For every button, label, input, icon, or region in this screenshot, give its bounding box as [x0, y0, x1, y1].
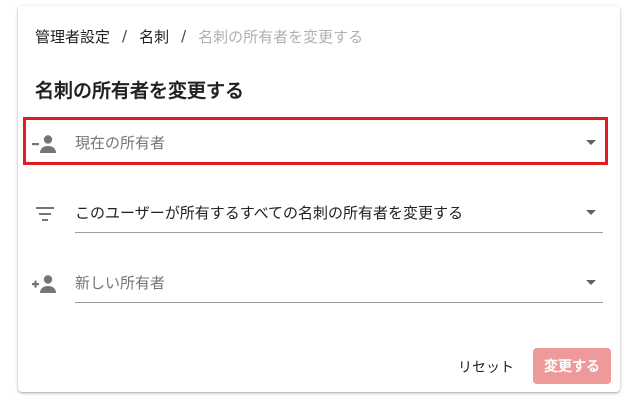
breadcrumb-separator: / — [181, 27, 187, 45]
breadcrumb-separator: / — [122, 27, 128, 45]
current-owner-placeholder: 現在の所有者 — [75, 134, 166, 152]
person-remove-icon — [32, 134, 58, 154]
reset-button[interactable]: リセット — [446, 350, 526, 384]
filter-list-icon — [32, 204, 58, 224]
dropdown-arrow-icon — [586, 210, 596, 215]
scope-field: このユーザーが所有するすべての名刺の所有者を変更する — [26, 194, 608, 240]
page-title: 名刺の所有者を変更する — [35, 80, 245, 102]
submit-button[interactable]: 変更する — [533, 348, 611, 384]
dropdown-arrow-icon — [586, 140, 596, 145]
current-owner-field: 現在の所有者 — [26, 124, 608, 170]
dropdown-arrow-icon — [586, 280, 596, 285]
new-owner-select[interactable]: 新しい所有者 — [75, 264, 603, 303]
new-owner-field: 新しい所有者 — [26, 264, 608, 310]
breadcrumb: 管理者設定 / 名刺 / 名刺の所有者を変更する — [35, 25, 363, 47]
person-add-icon — [32, 274, 58, 294]
new-owner-placeholder: 新しい所有者 — [75, 274, 166, 292]
breadcrumb-admin-settings[interactable]: 管理者設定 — [35, 26, 110, 47]
scope-value: このユーザーが所有するすべての名刺の所有者を変更する — [75, 204, 464, 222]
breadcrumb-current: 名刺の所有者を変更する — [198, 27, 364, 46]
current-owner-select[interactable]: 現在の所有者 — [75, 124, 603, 163]
breadcrumb-business-cards[interactable]: 名刺 — [139, 26, 169, 47]
scope-select[interactable]: このユーザーが所有するすべての名刺の所有者を変更する — [75, 194, 603, 233]
